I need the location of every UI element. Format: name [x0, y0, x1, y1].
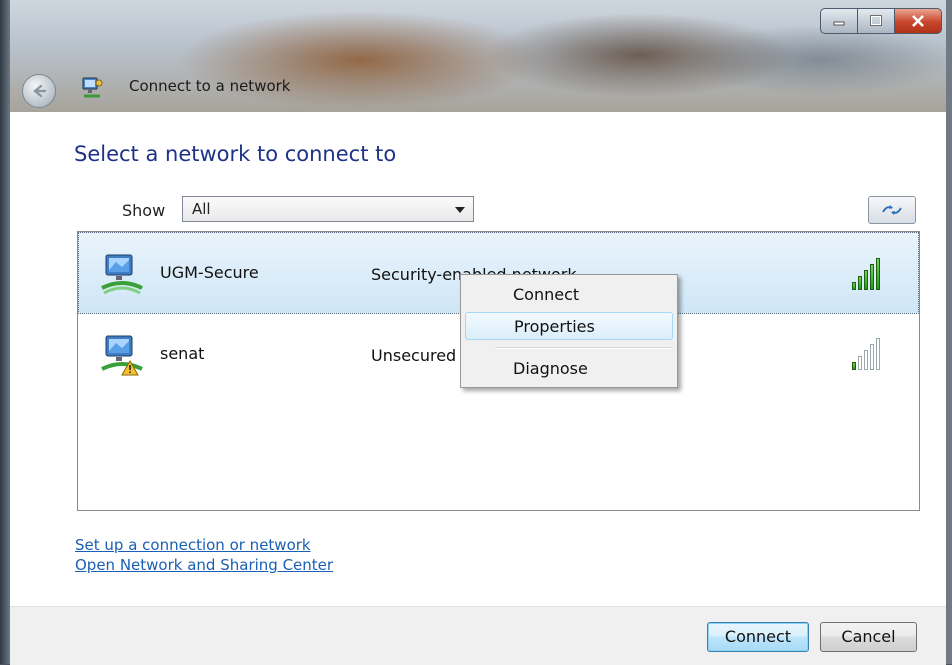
show-filter-dropdown[interactable]: All: [182, 196, 474, 222]
unsecured-network-icon: [101, 335, 143, 376]
minimize-icon: [833, 21, 845, 26]
network-name: senat: [160, 344, 205, 363]
secure-network-icon: [101, 254, 143, 295]
back-arrow-icon: [33, 84, 47, 98]
menu-separator: [495, 347, 673, 349]
connect-button[interactable]: Connect: [707, 622, 809, 652]
network-connect-icon: [82, 77, 103, 98]
window-border: [946, 0, 952, 664]
menu-item-diagnose[interactable]: Diagnose: [461, 355, 677, 383]
minimize-button[interactable]: [820, 8, 858, 34]
refresh-button[interactable]: [868, 196, 916, 224]
context-menu: Connect Properties Diagnose: [460, 274, 678, 388]
page-heading: Select a network to connect to: [74, 142, 397, 166]
maximize-button[interactable]: [858, 8, 895, 34]
window-border: [0, 0, 10, 664]
close-button[interactable]: [895, 8, 942, 34]
network-sharing-center-link[interactable]: Open Network and Sharing Center: [75, 556, 333, 574]
menu-item-properties[interactable]: Properties: [465, 312, 673, 340]
menu-item-connect[interactable]: Connect: [461, 281, 677, 309]
close-icon: [912, 15, 924, 27]
show-label: Show: [122, 201, 166, 220]
network-name: UGM-Secure: [160, 263, 259, 282]
window-title: Connect to a network: [129, 77, 291, 95]
dropdown-arrow-icon: [455, 207, 465, 213]
show-filter-value: All: [192, 200, 211, 218]
title-bar: [0, 0, 952, 112]
setup-connection-link[interactable]: Set up a connection or network: [75, 536, 311, 554]
refresh-icon: [882, 205, 902, 215]
maximize-icon: [870, 15, 882, 26]
signal-strength-icon: [852, 336, 888, 370]
signal-strength-icon: [852, 256, 888, 290]
back-button[interactable]: [22, 74, 56, 108]
caption-buttons: [820, 8, 948, 34]
cancel-button[interactable]: Cancel: [820, 622, 917, 652]
